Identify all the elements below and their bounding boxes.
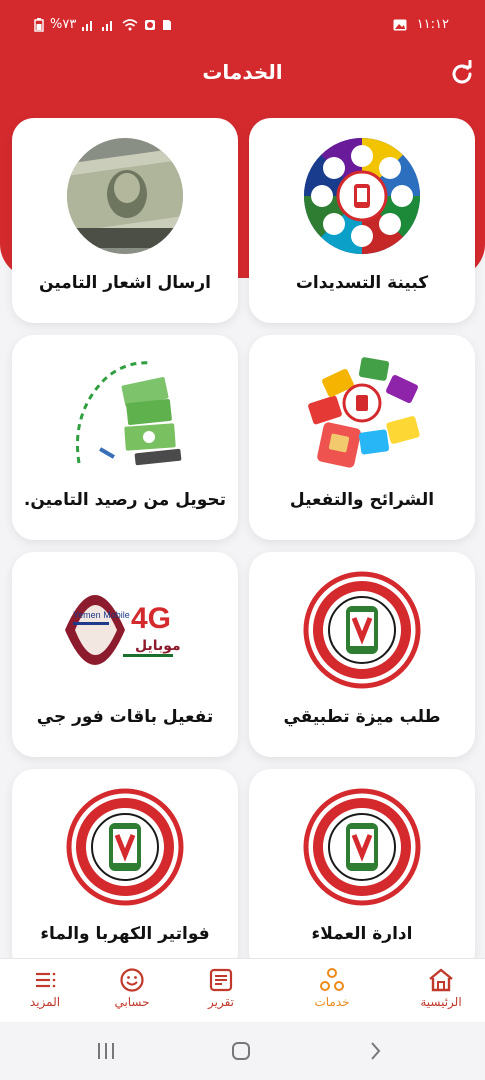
home-icon: [429, 968, 453, 992]
nav-account-label: حسابي: [114, 995, 150, 1009]
yemen-mobile-4g-image: Yemen Mobile 4G موبايل: [65, 595, 181, 665]
sim-cards-image: [308, 357, 420, 468]
signal-icon: [82, 20, 93, 31]
nav-home-label: الرئيسية: [420, 995, 462, 1009]
mobile-text: موبايل: [135, 638, 181, 654]
card-label: فواتير الكهربا والماء: [40, 924, 210, 944]
card-label: كبينة التسديدات: [295, 273, 429, 293]
status-time: ١١:١٢: [416, 17, 449, 32]
app-header: الخدمات: [0, 50, 485, 108]
services-icon: [320, 968, 344, 991]
money-photo-image: [67, 138, 183, 254]
fourg-text: 4G: [131, 602, 171, 635]
nav-services-label: خدمات: [314, 995, 350, 1009]
menu-icon: [36, 972, 56, 988]
card-label: تحويل من رصيد التامين.: [23, 490, 227, 510]
report-icon: [209, 968, 233, 992]
card-customer-management[interactable]: ادارة العملاء: [249, 769, 475, 974]
company-logo-image: [303, 788, 421, 906]
nav-home[interactable]: الرئيسية: [396, 967, 485, 1009]
card-sims-activation[interactable]: الشرائح والتفعيل: [249, 335, 475, 540]
wifi-icon: [122, 18, 138, 30]
nav-account[interactable]: حسابي: [87, 967, 177, 1009]
company-logo-image: [303, 571, 421, 689]
card-4g-packages[interactable]: Yemen Mobile 4G موبايل تفعيل باقات فور ج…: [12, 552, 238, 757]
nav-report[interactable]: تقرير: [176, 967, 266, 1009]
payments-wheel-image: [304, 138, 420, 254]
nav-more-label: المزيد: [29, 995, 61, 1009]
money-transfer-image: [75, 361, 182, 466]
refresh-icon[interactable]: [448, 60, 476, 88]
card-payments-cabin[interactable]: كبينة التسديدات: [249, 118, 475, 323]
card-label: طلب ميزة تطبيقي: [283, 707, 441, 727]
card-utility-bills[interactable]: فواتير الكهربا والماء: [12, 769, 238, 974]
alarm-icon: [145, 19, 156, 30]
status-left: %٧٣: [34, 17, 172, 32]
status-right: ١١:١٢: [393, 17, 449, 32]
battery-percent: %٧٣: [50, 17, 77, 32]
card-app-feature-request[interactable]: طلب ميزة تطبيقي: [249, 552, 475, 757]
card-label: ادارة العملاء: [311, 924, 413, 944]
nav-report-label: تقرير: [208, 995, 234, 1009]
bottom-navigation: الرئيسية خدمات تقرير حسابي المزيد: [0, 958, 485, 1023]
company-logo-image: [66, 788, 184, 906]
card-insurance-notice[interactable]: ارسال اشعار التامين: [12, 118, 238, 323]
card-label: ارسال اشعار التامين: [39, 273, 211, 293]
smiley-icon: [120, 968, 144, 992]
sim-icon: [163, 19, 172, 30]
back-icon[interactable]: [368, 1042, 382, 1060]
page-title: الخدمات: [202, 60, 283, 84]
brand-text: Yemen Mobile: [73, 610, 130, 620]
card-label: تفعيل باقات فور جي: [36, 707, 214, 727]
system-navigation-bar: [0, 1022, 485, 1080]
recent-apps-icon[interactable]: [96, 1042, 116, 1060]
card-balance-transfer[interactable]: تحويل من رصيد التامين.: [12, 335, 238, 540]
services-grid: كبينة التسديدات ارسال اشعار التامين الشر…: [0, 118, 485, 974]
home-button-icon[interactable]: [231, 1042, 251, 1060]
battery-icon: [34, 17, 44, 32]
card-label: الشرائح والتفعيل: [289, 490, 435, 510]
status-bar: %٧٣ ١١:١٢: [0, 0, 485, 50]
gallery-icon: [393, 19, 407, 30]
nav-more[interactable]: المزيد: [0, 967, 90, 1009]
nav-services[interactable]: خدمات: [287, 967, 377, 1009]
signal-icon-2: [102, 20, 113, 31]
